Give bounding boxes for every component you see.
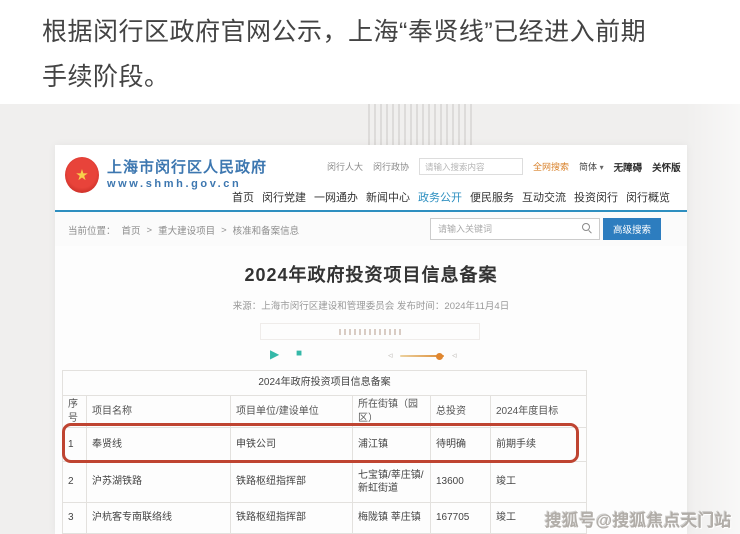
breadcrumb-major-projects[interactable]: 重大建设项目: [158, 223, 215, 237]
cell-town: 浦江镇: [353, 428, 431, 462]
breadcrumb: 当前位置： 首页 > 重大建设项目 > 核准和备案信息: [68, 223, 299, 237]
star-icon: ★: [75, 168, 88, 183]
stop-icon[interactable]: ■: [296, 348, 302, 359]
page-title: 2024年政府投资项目信息备案: [55, 261, 687, 287]
nav-news-center[interactable]: 新闻中心: [366, 189, 410, 205]
nav-gov-affairs-open[interactable]: 政务公开: [418, 189, 462, 205]
advanced-search-button[interactable]: 高级搜索: [603, 218, 661, 240]
projects-table-wrap: 2024年政府投资项目信息备案 序号 项目名称 项目单位/建设单位 所在街镇（园…: [62, 370, 586, 534]
breadcrumb-separator: >: [221, 225, 227, 236]
main-nav: 首页 闵行党建 一网通办 新闻中心 政务公开 便民服务 互动交流 投资闵行 闵行…: [232, 189, 670, 205]
col-header-investment: 总投资: [431, 396, 491, 428]
site-url[interactable]: www.shmh.gov.cn: [107, 178, 241, 190]
nav-party-building[interactable]: 闵行党建: [262, 189, 306, 205]
search-icon[interactable]: [582, 223, 590, 231]
play-icon[interactable]: ▶: [270, 347, 279, 361]
breadcrumb-bar: 当前位置： 首页 > 重大建设项目 > 核准和备案信息 高级搜索: [55, 212, 687, 246]
cell-index: 3: [63, 503, 87, 534]
col-header-2024-target: 2024年度目标: [491, 396, 587, 428]
audio-player-controls: ▶ ■ ◃ ◃: [260, 344, 480, 366]
volume-slider[interactable]: [400, 355, 444, 357]
cell-unit: 铁路枢纽指挥部: [231, 462, 353, 503]
national-emblem-logo: ★: [65, 157, 99, 193]
article-meta: 来源：上海市闵行区建设和管理委员会 发布时间：2024年11月4日: [55, 298, 687, 312]
nav-minhang-overview[interactable]: 闵行概览: [626, 189, 670, 205]
breadcrumb-filing-info[interactable]: 核准和备案信息: [233, 223, 300, 237]
nav-public-services[interactable]: 便民服务: [470, 189, 514, 205]
nav-invest-minhang[interactable]: 投资闵行: [574, 189, 618, 205]
cell-index: 1: [63, 428, 87, 462]
cell-unit: 铁路枢纽指挥部: [231, 503, 353, 534]
cell-investment: 待明确: [431, 428, 491, 462]
table-row-fengxian-line: 1 奉贤线 申铁公司 浦江镇 待明确 前期手续: [63, 428, 587, 462]
volume-low-icon: ◃: [388, 350, 393, 361]
breadcrumb-label: 当前位置：: [68, 223, 116, 237]
nav-home[interactable]: 首页: [232, 189, 254, 205]
cell-project-name: 沪苏湖铁路: [87, 462, 231, 503]
page: 根据闵行区政府官网公示，上海“奉贤线”已经进入前期 手续阶段。 ★ 上海市闵行区…: [0, 0, 740, 534]
article-caption: 根据闵行区政府官网公示，上海“奉贤线”已经进入前期 手续阶段。: [42, 10, 714, 100]
accessibility-button[interactable]: 无障碍: [614, 160, 643, 174]
cell-project-name: 奉贤线: [87, 428, 231, 462]
backdrop-right-fade: [685, 104, 740, 534]
cell-target: 前期手续: [491, 428, 587, 462]
cell-investment: 13600: [431, 462, 491, 503]
col-header-project-name: 项目名称: [87, 396, 231, 428]
volume-high-icon: ◃: [452, 350, 457, 361]
cell-project-name: 沪杭客专南联络线: [87, 503, 231, 534]
keyword-search-input[interactable]: [430, 218, 600, 240]
link-minhang-peoples-congress[interactable]: 闵行人大: [327, 160, 363, 173]
header-utility-links: 闵行人大 闵行政协 全网搜索 简体 ▾ 无障碍 关怀版: [327, 158, 681, 175]
volume-slider-handle[interactable]: [436, 353, 443, 360]
breadcrumb-home[interactable]: 首页: [122, 223, 141, 237]
cell-unit: 申铁公司: [231, 428, 353, 462]
link-minhang-cppcc[interactable]: 闵行政协: [373, 160, 409, 173]
header-search-input[interactable]: [419, 158, 523, 175]
care-version-button[interactable]: 关怀版: [652, 160, 681, 174]
table-caption: 2024年政府投资项目信息备案: [63, 371, 587, 396]
breadcrumb-separator: >: [147, 225, 153, 236]
sitewide-search-button[interactable]: 全网搜索: [533, 160, 569, 173]
caption-line-1: 根据闵行区政府官网公示，上海“奉贤线”已经进入前期: [42, 10, 714, 55]
table-row-huhang-link-line: 3 沪杭客专南联络线 铁路枢纽指挥部 梅陇镇 莘庄镇 167705 竣工: [63, 503, 587, 534]
watermark: 搜狐号@搜狐焦点天门站: [545, 507, 732, 531]
cell-town: 七宝镇/莘庄镇/新虹街道: [353, 462, 431, 503]
nav-one-stop-service[interactable]: 一网通办: [314, 189, 358, 205]
language-label: 简体: [579, 162, 597, 172]
chevron-down-icon: ▾: [600, 163, 604, 172]
caption-line-2: 手续阶段。: [42, 55, 714, 100]
audio-title-illegible-text: [339, 329, 401, 335]
col-header-town: 所在街镇（园区）: [353, 396, 431, 428]
table-row-husuhu-railway: 2 沪苏湖铁路 铁路枢纽指挥部 七宝镇/莘庄镇/新虹街道 13600 竣工: [63, 462, 587, 503]
cell-investment: 167705: [431, 503, 491, 534]
nav-interaction[interactable]: 互动交流: [522, 189, 566, 205]
audio-player-title-box: [260, 323, 480, 340]
projects-table: 2024年政府投资项目信息备案 序号 项目名称 项目单位/建设单位 所在街镇（园…: [62, 370, 587, 534]
gov-website-screenshot: ★ 上海市闵行区人民政府 www.shmh.gov.cn 闵行人大 闵行政协 全…: [55, 145, 687, 534]
site-header: ★ 上海市闵行区人民政府 www.shmh.gov.cn 闵行人大 闵行政协 全…: [55, 145, 687, 210]
site-title[interactable]: 上海市闵行区人民政府: [107, 156, 267, 177]
audio-player: ▶ ■ ◃ ◃: [260, 323, 480, 366]
cell-town: 梅陇镇 莘庄镇: [353, 503, 431, 534]
cell-index: 2: [63, 462, 87, 503]
col-header-unit: 项目单位/建设单位: [231, 396, 353, 428]
language-selector[interactable]: 简体 ▾: [579, 160, 604, 173]
cell-target: 竣工: [491, 462, 587, 503]
table-header-row: 序号 项目名称 项目单位/建设单位 所在街镇（园区） 总投资 2024年度目标: [63, 396, 587, 428]
col-header-index: 序号: [63, 396, 87, 428]
